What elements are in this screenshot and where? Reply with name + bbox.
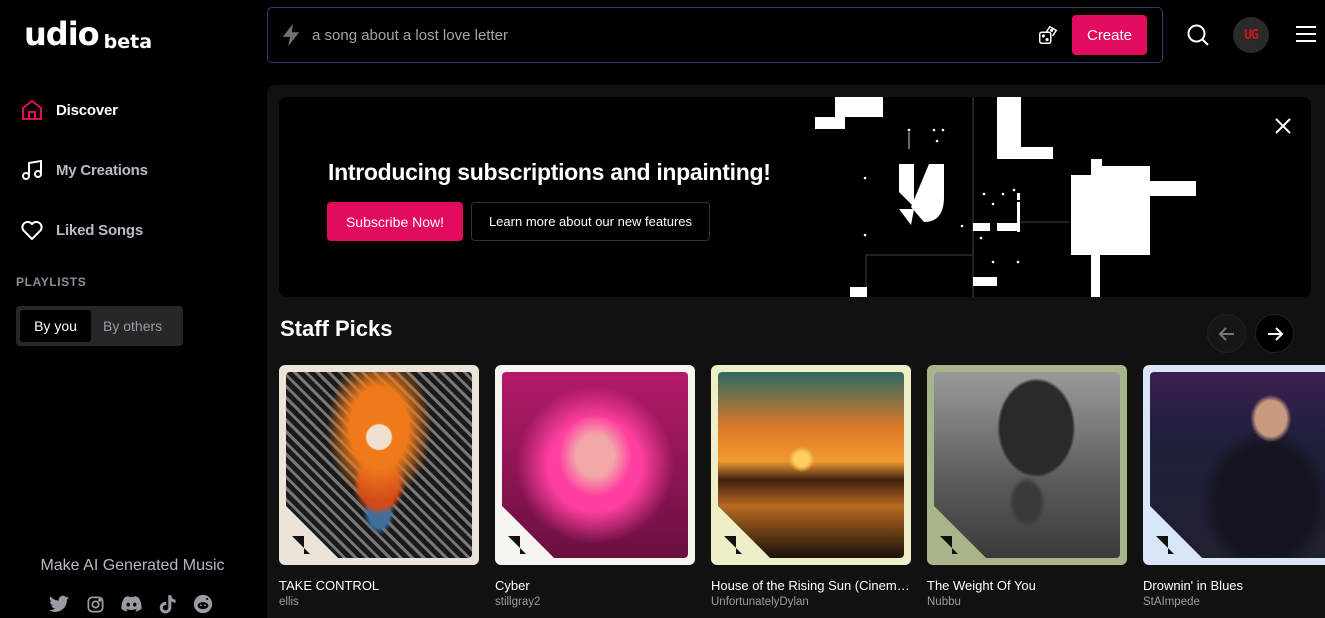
home-icon [18,96,46,124]
sidebar-nav: Discover My Creations Liked Songs [18,95,148,275]
sidebar-item-liked-songs[interactable]: Liked Songs [18,215,148,245]
tab-by-others[interactable]: By others [91,310,174,342]
song-title: Drownin' in Blues [1143,578,1244,593]
song-title: The Weight Of You [927,578,1036,593]
close-banner-icon[interactable] [1272,115,1294,137]
promo-banner: Introducing subscriptions and inpainting… [279,97,1311,297]
carousel-prev-button[interactable] [1207,314,1246,353]
prompt-input[interactable] [312,26,1036,44]
song-title: House of the Rising Sun (Cinematic) [711,578,911,593]
lightning-bolt-icon [280,24,302,46]
sidebar-item-label: My Creations [56,161,148,179]
song-cover-frame [711,365,911,565]
logo-wordmark: udio [24,15,100,53]
prompt-bar: Create [267,7,1163,63]
random-dice-icon[interactable] [1036,23,1060,47]
twitter-icon[interactable] [48,593,70,615]
song-artist[interactable]: stillgray2 [495,596,695,608]
create-button[interactable]: Create [1072,15,1147,55]
user-avatar[interactable]: UG [1233,17,1269,53]
udio-corner-mark [508,536,526,554]
udio-corner-mark [940,536,958,554]
song-title: Cyber [495,578,530,593]
banner-decorative-art [815,97,1196,297]
sidebar-item-my-creations[interactable]: My Creations [18,155,148,185]
instagram-icon[interactable] [84,593,106,615]
app-root: udio beta Discover My Creations Liked So… [0,0,1325,618]
main-content: Introducing subscriptions and inpainting… [267,85,1325,618]
song-card[interactable]: The Weight Of You Nubbu [927,365,1127,608]
song-title: TAKE CONTROL [279,578,380,593]
song-card[interactable]: Cyber stillgray2 [495,365,695,608]
song-card[interactable]: TAKE CONTROL ellis [279,365,479,608]
song-artist[interactable]: Nubbu [927,596,1127,608]
song-cover-frame [279,365,479,565]
logo-beta-tag: beta [103,31,153,53]
carousel-next-button[interactable] [1255,314,1294,353]
playlist-filter-toggle: By you By others [16,306,183,346]
udio-corner-mark [292,536,310,554]
song-cover-frame [927,365,1127,565]
udio-logo[interactable]: udio beta [24,15,153,53]
search-icon[interactable] [1186,23,1210,47]
song-artist[interactable]: ellis [279,596,479,608]
song-card[interactable]: Drownin' in Blues StAImpede [1143,365,1325,608]
tab-by-you[interactable]: By you [20,310,91,342]
playlists-heading: PLAYLISTS [16,275,87,289]
udio-corner-mark [1156,536,1174,554]
hamburger-menu-icon[interactable] [1296,25,1316,43]
song-artist[interactable]: UnfortunatelyDylan [711,596,911,608]
banner-title: Introducing subscriptions and inpainting… [328,159,771,185]
heart-icon [18,216,46,244]
sidebar: udio beta Discover My Creations Liked So… [0,0,265,618]
song-cover-frame [1143,365,1325,565]
song-card[interactable]: House of the Rising Sun (Cinematic) Unfo… [711,365,911,608]
avatar-initials: UG [1244,27,1259,43]
song-artist[interactable]: StAImpede [1143,596,1325,608]
sidebar-item-label: Liked Songs [56,221,143,239]
sidebar-item-discover[interactable]: Discover [18,95,148,125]
learn-more-button[interactable]: Learn more about our new features [471,202,710,241]
sidebar-item-label: Discover [56,101,118,119]
music-note-icon [18,156,46,184]
subscribe-button[interactable]: Subscribe Now! [327,202,463,241]
staff-picks-carousel: TAKE CONTROL ellis Cyber stillgray2 Hous… [279,365,1325,608]
discord-icon[interactable] [120,593,142,615]
reddit-icon[interactable] [192,593,214,615]
footer-tagline: Make AI Generated Music [40,557,225,574]
udio-corner-mark [724,536,742,554]
song-cover-frame [495,365,695,565]
staff-picks-title: Staff Picks [280,316,393,341]
social-links [48,593,214,615]
tiktok-icon[interactable] [156,593,178,615]
